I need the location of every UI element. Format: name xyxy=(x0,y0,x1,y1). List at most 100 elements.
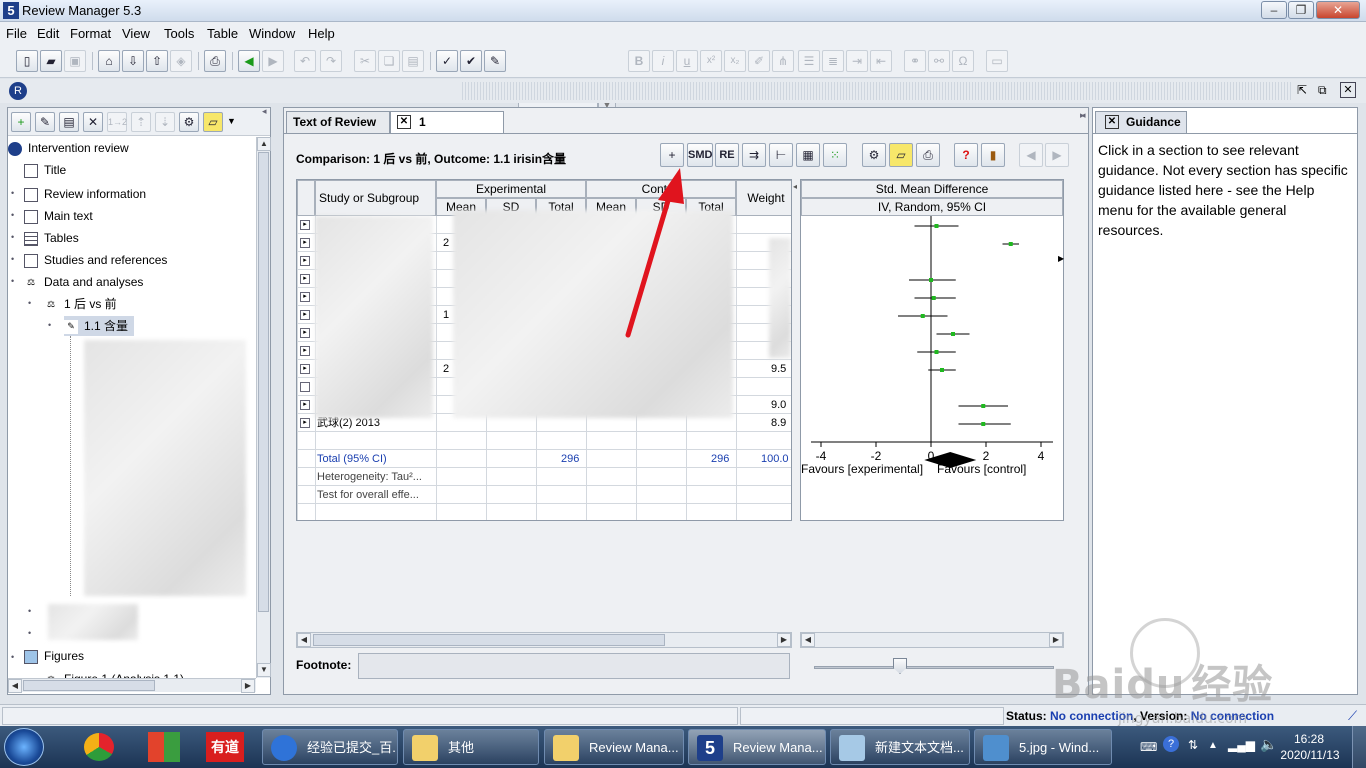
subgroup-icon[interactable]: ⇉ xyxy=(742,143,766,167)
menu-window[interactable]: Window xyxy=(249,26,295,41)
print-icon[interactable]: ⎙ xyxy=(204,50,226,72)
bold-button[interactable]: B xyxy=(628,50,650,72)
keyboard-icon[interactable]: ⌨ xyxy=(1140,740,1157,754)
expander-icon[interactable]: • xyxy=(28,628,31,638)
tree-item-figures[interactable]: Figures xyxy=(24,646,84,666)
expander-icon[interactable]: • xyxy=(11,232,14,242)
renumber-icon[interactable]: 1→2 xyxy=(107,112,127,132)
properties-gear-icon[interactable]: ⚙ xyxy=(862,143,886,167)
scroll-left-icon[interactable]: ◀ xyxy=(801,633,815,647)
tree-item-outcome-1-1[interactable]: ✎ 1.1 含量 xyxy=(64,316,135,336)
row-expand-icon[interactable]: ▸ xyxy=(300,328,310,338)
grid-icon[interactable]: ⁙ xyxy=(823,143,847,167)
tree-vertical-scrollbar[interactable]: ▲ ▼ xyxy=(256,137,271,678)
book-icon[interactable]: ▮ xyxy=(981,143,1005,167)
omega-button[interactable]: Ω xyxy=(952,50,974,72)
scroll-up-icon[interactable]: ▲ xyxy=(257,137,271,151)
link-icon[interactable]: ⚭ xyxy=(904,50,926,72)
row-expand-icon[interactable] xyxy=(300,382,310,392)
open-folder-icon[interactable]: ▰ xyxy=(40,50,62,72)
note-icon[interactable]: ▱ xyxy=(889,143,913,167)
clock-date[interactable]: 2020/11/13 xyxy=(1276,748,1344,762)
undo-icon[interactable]: ↶ xyxy=(294,50,316,72)
close-tab-icon[interactable]: ✕ xyxy=(397,115,411,129)
underline-button[interactable]: u xyxy=(676,50,698,72)
forest-horizontal-scrollbar[interactable]: ◀ ▶ xyxy=(800,632,1064,648)
expander-icon[interactable]: • xyxy=(11,276,14,286)
start-button[interactable] xyxy=(4,728,44,766)
new-file-icon[interactable]: ▯ xyxy=(16,50,38,72)
expander-icon[interactable]: • xyxy=(11,188,14,198)
tree-item-title[interactable]: Title xyxy=(24,160,66,180)
splitter-arrow-icon[interactable]: ◂ xyxy=(793,182,797,191)
scroll-left-icon[interactable]: ◀ xyxy=(8,679,22,693)
menu-table[interactable]: Table xyxy=(207,26,238,41)
tab-analysis[interactable]: ✕ 1 xyxy=(390,111,504,133)
tree-item-review-information[interactable]: Review information xyxy=(24,184,146,204)
task-sogou[interactable]: 经验已提交_百... xyxy=(262,729,398,765)
settings-icon[interactable]: ⚙ xyxy=(179,112,199,132)
scroll-thumb[interactable] xyxy=(23,680,155,691)
random-effects-button[interactable]: RE xyxy=(715,143,739,167)
next-arrow-icon[interactable]: ▶ xyxy=(1045,143,1069,167)
restore-button[interactable]: ❐ xyxy=(1288,1,1314,19)
row-expand-icon[interactable]: ▸ xyxy=(300,238,310,248)
add-icon[interactable]: + xyxy=(11,112,31,132)
save-icon[interactable]: ▣ xyxy=(64,50,86,72)
notes-icon[interactable]: ✎ xyxy=(484,50,506,72)
expander-icon[interactable]: • xyxy=(11,254,14,264)
scroll-right-icon[interactable]: ▶ xyxy=(1049,633,1063,647)
task-review-manager-folder[interactable]: Review Mana... xyxy=(544,729,684,765)
network-icon[interactable]: ▂▄▆ xyxy=(1228,738,1255,752)
detach-icon[interactable]: ⇱ xyxy=(1297,83,1307,97)
cut-icon[interactable]: ✂ xyxy=(354,50,376,72)
menu-file[interactable]: File xyxy=(6,26,27,41)
chevron-down-icon[interactable]: ▼ xyxy=(227,116,236,126)
footnote-field[interactable] xyxy=(358,653,790,679)
help-icon[interactable]: ? xyxy=(954,143,978,167)
tab-text-of-review[interactable]: Text of Review xyxy=(286,111,390,133)
edit-icon[interactable]: ✎ xyxy=(35,112,55,132)
tree-root[interactable]: Intervention review xyxy=(8,138,129,158)
browser-icon[interactable] xyxy=(84,733,114,761)
volume-icon[interactable]: 🔈 xyxy=(1260,736,1277,753)
unlink-icon[interactable]: ⚯ xyxy=(928,50,950,72)
resize-grip-icon[interactable]: ⟋ xyxy=(1348,708,1357,724)
clock-time[interactable]: 16:28 xyxy=(1284,732,1334,746)
row-expand-icon[interactable]: ▸ xyxy=(300,418,310,428)
copy-icon[interactable]: ❏ xyxy=(378,50,400,72)
delete-icon[interactable]: ✕ xyxy=(83,112,103,132)
minimize-button[interactable]: – xyxy=(1261,1,1287,19)
task-folder[interactable]: 其他 xyxy=(403,729,539,765)
help-tray-icon[interactable]: ? xyxy=(1163,736,1179,752)
properties-icon[interactable]: ▤ xyxy=(59,112,79,132)
tree-item-studies-and-references[interactable]: Studies and references xyxy=(24,250,167,270)
tree-item-tables[interactable]: Tables xyxy=(24,228,79,248)
bullet-list-icon[interactable]: ☰ xyxy=(798,50,820,72)
row-expand-icon[interactable]: ▸ xyxy=(300,400,310,410)
scroll-right-icon[interactable]: ▶ xyxy=(241,679,255,693)
prev-arrow-icon[interactable]: ◀ xyxy=(1019,143,1043,167)
expander-icon[interactable]: • xyxy=(11,652,14,662)
row-expand-icon[interactable]: ▸ xyxy=(300,274,310,284)
sync-icon[interactable]: ◈ xyxy=(170,50,192,72)
expand-arrow-icon[interactable]: ▶ xyxy=(1058,254,1064,263)
paste-icon[interactable]: ▤ xyxy=(402,50,424,72)
office-icon[interactable] xyxy=(148,732,180,762)
move-up-icon[interactable]: ⇡ xyxy=(131,112,151,132)
redo-icon[interactable]: ↷ xyxy=(320,50,342,72)
home-icon[interactable]: ⌂ xyxy=(98,50,120,72)
scroll-thumb[interactable] xyxy=(313,634,665,646)
indent-icon[interactable]: ⇥ xyxy=(846,50,868,72)
tree-item-main-text[interactable]: Main text xyxy=(24,206,93,226)
spellcheck-icon[interactable]: ✓ xyxy=(436,50,458,72)
table-horizontal-scrollbar[interactable]: ◀ ▶ xyxy=(296,632,792,648)
download-icon[interactable]: ⇩ xyxy=(122,50,144,72)
menu-format[interactable]: Format xyxy=(70,26,111,41)
move-down-icon[interactable]: ⇣ xyxy=(155,112,175,132)
tray-expand-icon[interactable]: ▲ xyxy=(1208,740,1218,751)
row-expand-icon[interactable]: ▸ xyxy=(300,256,310,266)
superscript-button[interactable]: x² xyxy=(700,50,722,72)
row-expand-icon[interactable]: ▸ xyxy=(300,220,310,230)
close-button[interactable]: ✕ xyxy=(1316,1,1360,19)
